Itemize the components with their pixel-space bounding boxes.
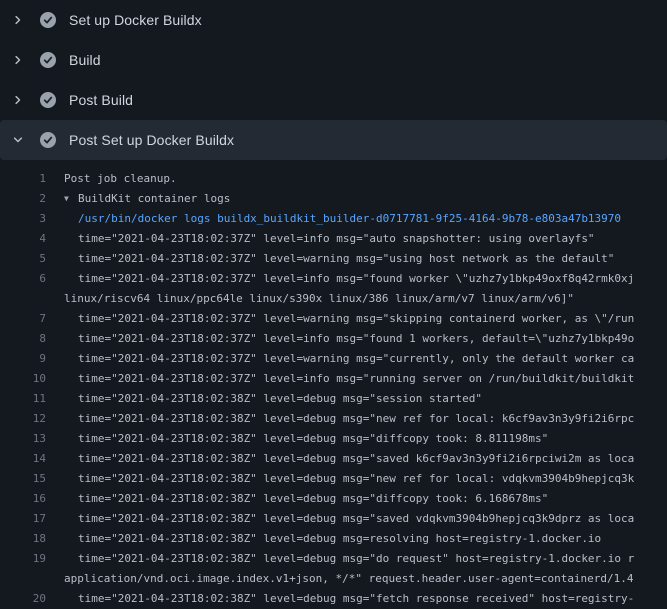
- log-row: 16 time="2021-04-23T18:02:38Z" level=debu…: [0, 489, 667, 509]
- line-number[interactable]: 9: [0, 349, 46, 369]
- log-line-text: Post job cleanup.: [64, 169, 177, 189]
- log-line-text: time="2021-04-23T18:02:38Z" level=debug …: [78, 529, 601, 549]
- log-line-text: time="2021-04-23T18:02:38Z" level=debug …: [78, 429, 548, 449]
- line-number: [0, 289, 46, 309]
- line-number[interactable]: 5: [0, 249, 46, 269]
- line-number: [0, 569, 46, 589]
- log-row: 10 time="2021-04-23T18:02:37Z" level=info…: [0, 369, 667, 389]
- log-row: 5 time="2021-04-23T18:02:37Z" level=warni…: [0, 249, 667, 269]
- line-number[interactable]: 7: [0, 309, 46, 329]
- log-group-label[interactable]: BuildKit container logs: [78, 192, 230, 205]
- line-number[interactable]: 19: [0, 549, 46, 569]
- log-row: 8 time="2021-04-23T18:02:37Z" level=info …: [0, 329, 667, 349]
- log-row: 15 time="2021-04-23T18:02:38Z" level=debu…: [0, 469, 667, 489]
- log-line-text: time="2021-04-23T18:02:37Z" level=info m…: [78, 369, 634, 389]
- line-number[interactable]: 8: [0, 329, 46, 349]
- check-circle-icon: [40, 52, 56, 68]
- log-row: 17 time="2021-04-23T18:02:38Z" level=debu…: [0, 509, 667, 529]
- log-line-text: time="2021-04-23T18:02:37Z" level=info m…: [78, 329, 634, 349]
- log-row: 14 time="2021-04-23T18:02:38Z" level=debu…: [0, 449, 667, 469]
- log-line-text: time="2021-04-23T18:02:37Z" level=warnin…: [78, 309, 634, 329]
- chevron-right-icon: [10, 52, 26, 68]
- step-row-set-up-docker-buildx[interactable]: Set up Docker Buildx: [0, 0, 667, 40]
- line-number[interactable]: 4: [0, 229, 46, 249]
- triangle-down-icon[interactable]: ▼: [64, 189, 78, 209]
- log-group-toggle[interactable]: ▼BuildKit container logs: [64, 189, 230, 209]
- log-line-text: linux/riscv64 linux/ppc64le linux/s390x …: [64, 289, 574, 309]
- log-row: 4 time="2021-04-23T18:02:37Z" level=info …: [0, 229, 667, 249]
- log-row: 9 time="2021-04-23T18:02:37Z" level=warni…: [0, 349, 667, 369]
- line-number[interactable]: 20: [0, 589, 46, 609]
- step-row-build[interactable]: Build: [0, 40, 667, 80]
- log-line-text: time="2021-04-23T18:02:37Z" level=warnin…: [78, 249, 614, 269]
- log-line-text: time="2021-04-23T18:02:38Z" level=debug …: [78, 509, 634, 529]
- step-title: Post Set up Docker Buildx: [69, 132, 234, 148]
- line-number[interactable]: 12: [0, 409, 46, 429]
- line-number[interactable]: 15: [0, 469, 46, 489]
- log-row: 2 ▼BuildKit container logs: [0, 189, 667, 209]
- line-number[interactable]: 2: [0, 189, 46, 209]
- log-line-text: time="2021-04-23T18:02:38Z" level=debug …: [78, 489, 548, 509]
- check-circle-icon: [40, 92, 56, 108]
- log-row: 13 time="2021-04-23T18:02:38Z" level=debu…: [0, 429, 667, 449]
- log-command-text: /usr/bin/docker logs buildx_buildkit_bui…: [78, 209, 621, 229]
- log-line-text: time="2021-04-23T18:02:37Z" level=info m…: [78, 229, 595, 249]
- log-row: 6 time="2021-04-23T18:02:37Z" level=info …: [0, 269, 667, 289]
- log-row: 18 time="2021-04-23T18:02:38Z" level=debu…: [0, 529, 667, 549]
- line-number[interactable]: 11: [0, 389, 46, 409]
- line-number[interactable]: 13: [0, 429, 46, 449]
- log-line-text: time="2021-04-23T18:02:38Z" level=debug …: [78, 449, 634, 469]
- line-number[interactable]: 3: [0, 209, 46, 229]
- log-row: 19 time="2021-04-23T18:02:38Z" level=debu…: [0, 549, 667, 569]
- log-row: 1 Post job cleanup.: [0, 169, 667, 189]
- log-line-text: time="2021-04-23T18:02:38Z" level=debug …: [78, 409, 634, 429]
- log-row: 20 time="2021-04-23T18:02:38Z" level=debu…: [0, 589, 667, 609]
- step-row-post-build[interactable]: Post Build: [0, 80, 667, 120]
- line-number[interactable]: 1: [0, 169, 46, 189]
- step-row-post-set-up-docker-buildx[interactable]: Post Set up Docker Buildx: [0, 120, 667, 160]
- line-number[interactable]: 14: [0, 449, 46, 469]
- log-line-text: time="2021-04-23T18:02:38Z" level=debug …: [78, 589, 634, 609]
- log-viewer: 1 Post job cleanup. 2 ▼BuildKit container l…: [0, 160, 667, 609]
- step-title: Set up Docker Buildx: [69, 12, 202, 28]
- line-number[interactable]: 10: [0, 369, 46, 389]
- steps-list: Set up Docker Buildx Build Post Build Post …: [0, 0, 667, 160]
- line-number[interactable]: 6: [0, 269, 46, 289]
- line-number[interactable]: 16: [0, 489, 46, 509]
- log-row: 11 time="2021-04-23T18:02:38Z" level=debu…: [0, 389, 667, 409]
- line-number[interactable]: 18: [0, 529, 46, 549]
- log-row: 12 time="2021-04-23T18:02:38Z" level=debu…: [0, 409, 667, 429]
- chevron-down-icon: [10, 132, 26, 148]
- log-line-text: time="2021-04-23T18:02:38Z" level=debug …: [78, 549, 634, 569]
- step-title: Post Build: [69, 92, 133, 108]
- log-line-text: time="2021-04-23T18:02:37Z" level=info m…: [78, 269, 634, 289]
- check-circle-icon: [40, 132, 56, 148]
- line-number[interactable]: 17: [0, 509, 46, 529]
- chevron-right-icon: [10, 92, 26, 108]
- log-line-text: time="2021-04-23T18:02:37Z" level=warnin…: [78, 349, 634, 369]
- log-row: linux/riscv64 linux/ppc64le linux/s390x …: [0, 289, 667, 309]
- log-row: 3/usr/bin/docker logs buildx_buildkit_bu…: [0, 209, 667, 229]
- step-title: Build: [69, 52, 101, 68]
- check-circle-icon: [40, 12, 56, 28]
- log-row: application/vnd.oci.image.index.v1+json,…: [0, 569, 667, 589]
- log-line-text: time="2021-04-23T18:02:38Z" level=debug …: [78, 389, 482, 409]
- log-row: 7 time="2021-04-23T18:02:37Z" level=warni…: [0, 309, 667, 329]
- chevron-right-icon: [10, 12, 26, 28]
- log-line-text: application/vnd.oci.image.index.v1+json,…: [64, 569, 634, 589]
- log-line-text: time="2021-04-23T18:02:38Z" level=debug …: [78, 469, 634, 489]
